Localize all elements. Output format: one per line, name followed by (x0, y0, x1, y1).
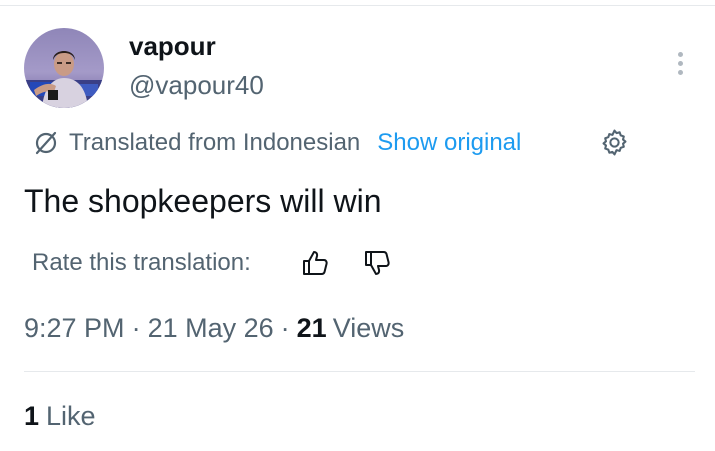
likes-link[interactable]: 1 Like (24, 396, 96, 436)
thumbs-up-icon[interactable] (300, 248, 330, 278)
user-handle[interactable]: @vapour40 (129, 69, 264, 101)
likes-label: Like (46, 400, 96, 431)
translated-from-label: Translated from Indonesian (69, 129, 361, 156)
tweet-date[interactable]: 21 May 26 (148, 313, 274, 344)
avatar-image (24, 28, 104, 108)
views-label: Views (332, 312, 405, 343)
meta-separator: · (131, 312, 141, 343)
tweet-meta: 9:27 PM · 21 May 26 · 21 Views (24, 308, 404, 348)
gear-icon[interactable] (599, 127, 630, 158)
thumbs-down-icon[interactable] (362, 248, 392, 278)
more-options-button[interactable] (668, 45, 692, 81)
more-vertical-icon (677, 51, 683, 57)
more-vertical-icon-dot (677, 69, 683, 75)
tweet-time[interactable]: 9:27 PM (24, 313, 125, 344)
display-name[interactable]: vapour (129, 30, 216, 62)
top-divider (0, 5, 715, 6)
rate-translation-row: Rate this translation: (32, 245, 251, 281)
translate-slash-icon (35, 131, 57, 155)
likes-count: 1 (24, 400, 40, 431)
divider (24, 371, 695, 372)
meta-separator: · (280, 312, 290, 343)
translation-bar: Translated from Indonesian Show original (32, 125, 521, 161)
views-count: 21 (296, 312, 327, 343)
show-original-link[interactable]: Show original (377, 129, 521, 157)
rate-translation-label: Rate this translation: (32, 249, 251, 276)
more-vertical-icon-dot (677, 60, 683, 66)
avatar[interactable] (24, 28, 104, 108)
tweet-text: The shopkeepers will win (24, 183, 382, 219)
